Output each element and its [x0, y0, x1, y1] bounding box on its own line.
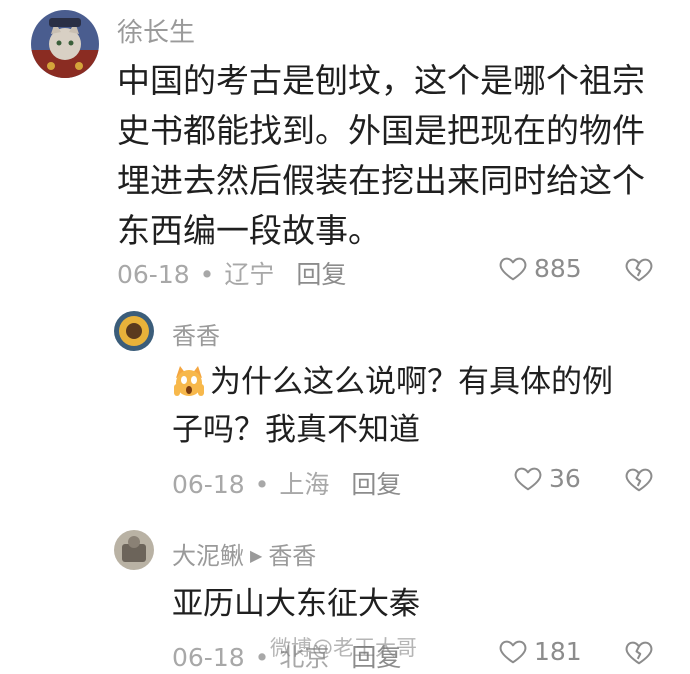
broken-heart-icon: [625, 641, 653, 665]
reply-target[interactable]: 香香: [268, 542, 316, 570]
comment-line: 亚历山大东征大秦: [172, 586, 420, 622]
dislike-button[interactable]: [624, 637, 654, 671]
broken-heart-icon: [625, 468, 653, 492]
photo-avatar-icon: [114, 530, 154, 570]
avatar[interactable]: [114, 311, 154, 351]
like-count: 36: [549, 463, 581, 493]
like-button[interactable]: 36: [513, 463, 581, 493]
heart-outline-icon: [499, 640, 527, 664]
cat-avatar-icon: [31, 10, 99, 78]
play-arrow-icon: ▶: [250, 546, 263, 565]
heart-outline-icon: [499, 257, 527, 281]
comment-line: 中国的考古是刨坟，这个是哪个祖宗: [117, 61, 645, 100]
dislike-button[interactable]: [624, 254, 654, 288]
reply-author[interactable]: 大泥鳅: [172, 542, 244, 570]
scream-cat-emoji-icon: [172, 364, 206, 398]
comment-date: 06-18: [117, 260, 190, 289]
comment-date: 06-18: [172, 470, 245, 499]
reply-button[interactable]: 回复: [296, 260, 346, 289]
comment-text: 为什么这么说啊？有具体的例 子吗？我真不知道: [172, 358, 613, 454]
avatar[interactable]: [114, 530, 154, 570]
avatar[interactable]: [31, 10, 99, 78]
like-button[interactable]: 885: [498, 253, 582, 283]
comment-meta: 06-18 • 上海 回复: [172, 465, 401, 501]
like-count: 885: [534, 253, 582, 283]
username[interactable]: 徐长生: [117, 12, 195, 49]
broken-heart-icon: [625, 258, 653, 282]
reply-button[interactable]: 回复: [351, 470, 401, 499]
username[interactable]: 香香: [172, 316, 220, 351]
comment-text: 亚历山大东征大秦: [172, 582, 420, 626]
comment-meta: 06-18 • 辽宁 回复: [117, 255, 346, 291]
comment-line: 史书都能找到。外国是把现在的物件: [117, 111, 645, 150]
comment-line: 为什么这么说啊？有具体的例: [172, 358, 613, 406]
heart-outline-icon: [514, 467, 542, 491]
like-button[interactable]: 181: [498, 636, 582, 666]
comment-line: 子吗？我真不知道: [172, 412, 420, 448]
dislike-button[interactable]: [624, 464, 654, 498]
username: 大泥鳅 ▶ 香香: [172, 536, 316, 571]
comment-location: 上海: [279, 470, 330, 499]
watermark: 微博@老王大哥: [270, 636, 417, 660]
comment-line: 埋进去然后假装在挖出来同时给这个: [117, 161, 645, 200]
like-count: 181: [534, 636, 582, 666]
separator-dot: •: [199, 260, 215, 289]
comment-location: 辽宁: [224, 260, 275, 289]
separator-dot: •: [254, 470, 270, 499]
comment-text: 中国的考古是刨坟，这个是哪个祖宗 史书都能找到。外国是把现在的物件 埋进去然后假…: [117, 56, 645, 256]
comment-line: 东西编一段故事。: [117, 211, 381, 250]
sunflower-avatar-icon: [114, 311, 154, 351]
